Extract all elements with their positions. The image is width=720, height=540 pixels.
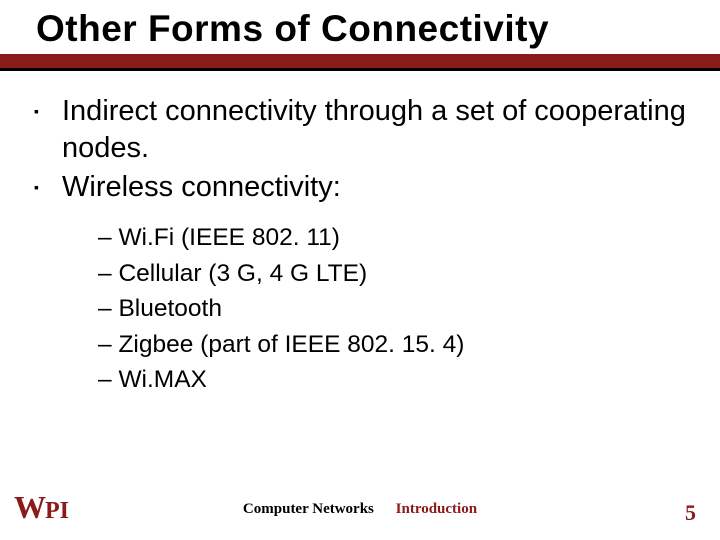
sub-bullet-item: Bluetooth	[98, 291, 698, 327]
bullet-text: Wireless connectivity:	[62, 171, 341, 203]
sub-bullet-item: Wi.MAX	[98, 362, 698, 398]
logo-letters-pi: PI	[45, 498, 69, 525]
footer-course-name: Computer Networks	[243, 501, 374, 517]
sub-bullet-item: Wi.Fi (IEEE 802. 11)	[98, 220, 698, 256]
logo-letter-w: W	[14, 489, 44, 526]
page-number: 5	[685, 500, 696, 526]
footer-section-name: Introduction	[396, 501, 477, 517]
title-accent-bar	[0, 54, 720, 68]
sub-bullet-item: Zigbee (part of IEEE 802. 15. 4)	[98, 327, 698, 363]
wpi-logo: W PI	[14, 489, 69, 526]
slide-footer: W PI Computer Networks Introduction 5	[0, 494, 720, 524]
bullet-item: Indirect connectivity through a set of c…	[34, 93, 698, 167]
slide-title: Other Forms of Connectivity	[36, 8, 700, 50]
slide-body: Indirect connectivity through a set of c…	[0, 71, 720, 410]
bullet-item: Wireless connectivity: Wi.Fi (IEEE 802. …	[34, 169, 698, 398]
sub-bullet-item: Cellular (3 G, 4 G LTE)	[98, 256, 698, 292]
footer-center-text: Computer Networks Introduction	[243, 501, 477, 518]
